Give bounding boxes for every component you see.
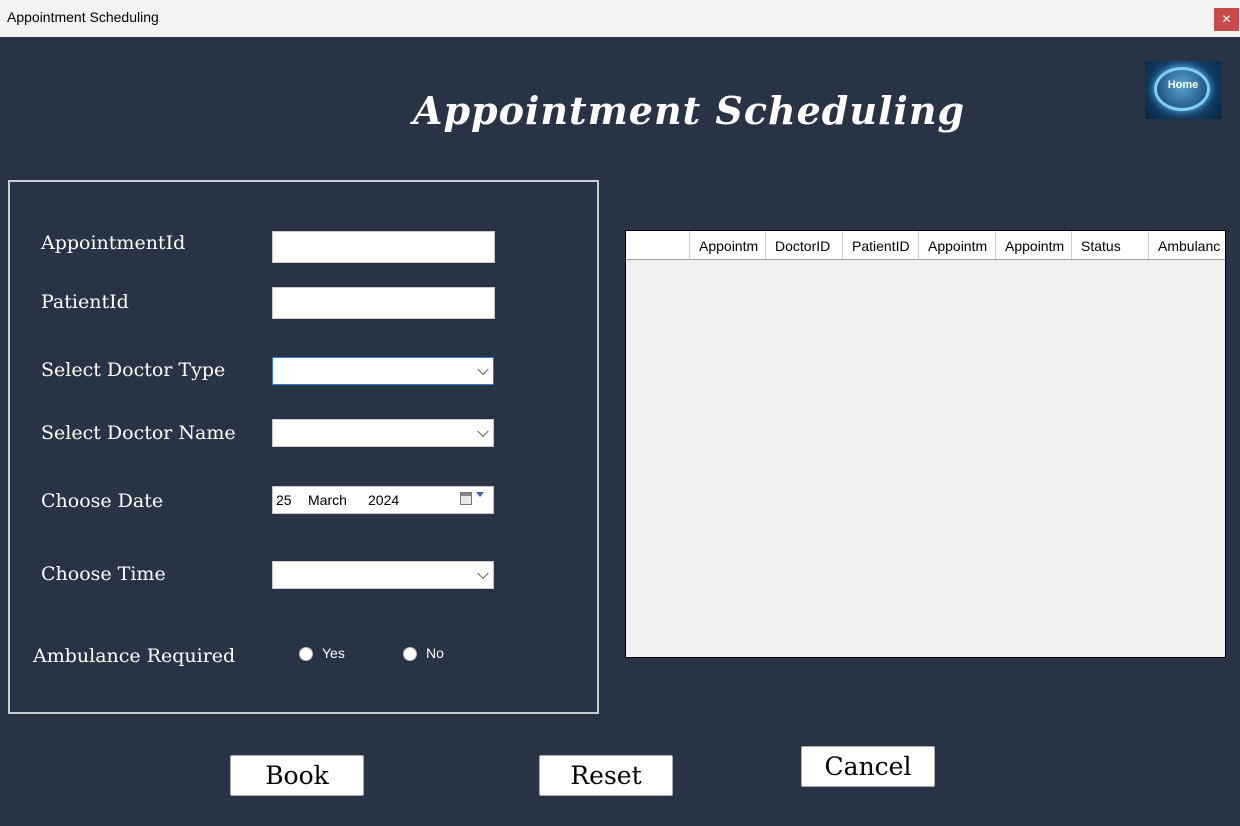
doctor-type-select[interactable] [272, 357, 494, 385]
doctor-name-select[interactable] [272, 419, 494, 447]
page-title: Appointment Scheduling [413, 88, 966, 133]
doctor-name-label: Select Doctor Name [41, 422, 236, 444]
home-label: Home [1167, 79, 1199, 91]
date-label: Choose Date [41, 490, 164, 512]
row-header-corner[interactable] [626, 231, 690, 259]
ambulance-yes-label[interactable]: Yes [322, 645, 345, 661]
cancel-button[interactable]: Cancel [801, 746, 935, 787]
time-select[interactable] [272, 561, 494, 589]
column-header[interactable]: PatientID [843, 231, 919, 259]
chevron-down-icon [477, 567, 489, 580]
appointment-id-label: AppointmentId [41, 232, 186, 254]
home-button[interactable]: Home [1145, 61, 1221, 119]
reset-button[interactable]: Reset [539, 755, 673, 796]
ambulance-no-label[interactable]: No [426, 645, 444, 661]
column-header[interactable]: Appointm [690, 231, 766, 259]
patient-id-input[interactable] [272, 287, 495, 319]
date-month[interactable]: March [308, 492, 347, 508]
ambulance-yes-radio[interactable] [299, 647, 313, 661]
column-header[interactable]: DoctorID [766, 231, 843, 259]
appointments-table[interactable]: Appointm DoctorID PatientID Appointm App… [625, 230, 1226, 658]
book-button[interactable]: Book [230, 755, 364, 796]
date-picker[interactable]: 25 March 2024 [272, 486, 494, 514]
chevron-down-icon [477, 363, 489, 376]
ambulance-label: Ambulance Required [33, 645, 236, 667]
time-label: Choose Time [41, 563, 166, 585]
date-day[interactable]: 25 [276, 492, 292, 508]
column-header[interactable]: Ambulanc [1149, 231, 1225, 259]
column-header[interactable]: Appointm [919, 231, 996, 259]
table-header: Appointm DoctorID PatientID Appointm App… [626, 231, 1225, 260]
chevron-down-icon [477, 425, 489, 438]
appointment-id-input[interactable] [272, 231, 495, 263]
column-header[interactable]: Status [1072, 231, 1149, 259]
close-button[interactable]: ✕ [1214, 8, 1239, 31]
doctor-type-label: Select Doctor Type [41, 359, 226, 381]
window-titlebar: Appointment Scheduling ✕ [0, 0, 1240, 37]
calendar-dropdown-icon[interactable] [476, 492, 484, 497]
ambulance-no-radio[interactable] [403, 647, 417, 661]
window-title: Appointment Scheduling [7, 9, 159, 25]
date-year[interactable]: 2024 [368, 492, 399, 508]
patient-id-label: PatientId [41, 291, 129, 313]
calendar-icon[interactable] [460, 492, 472, 505]
column-header[interactable]: Appointm [996, 231, 1072, 259]
